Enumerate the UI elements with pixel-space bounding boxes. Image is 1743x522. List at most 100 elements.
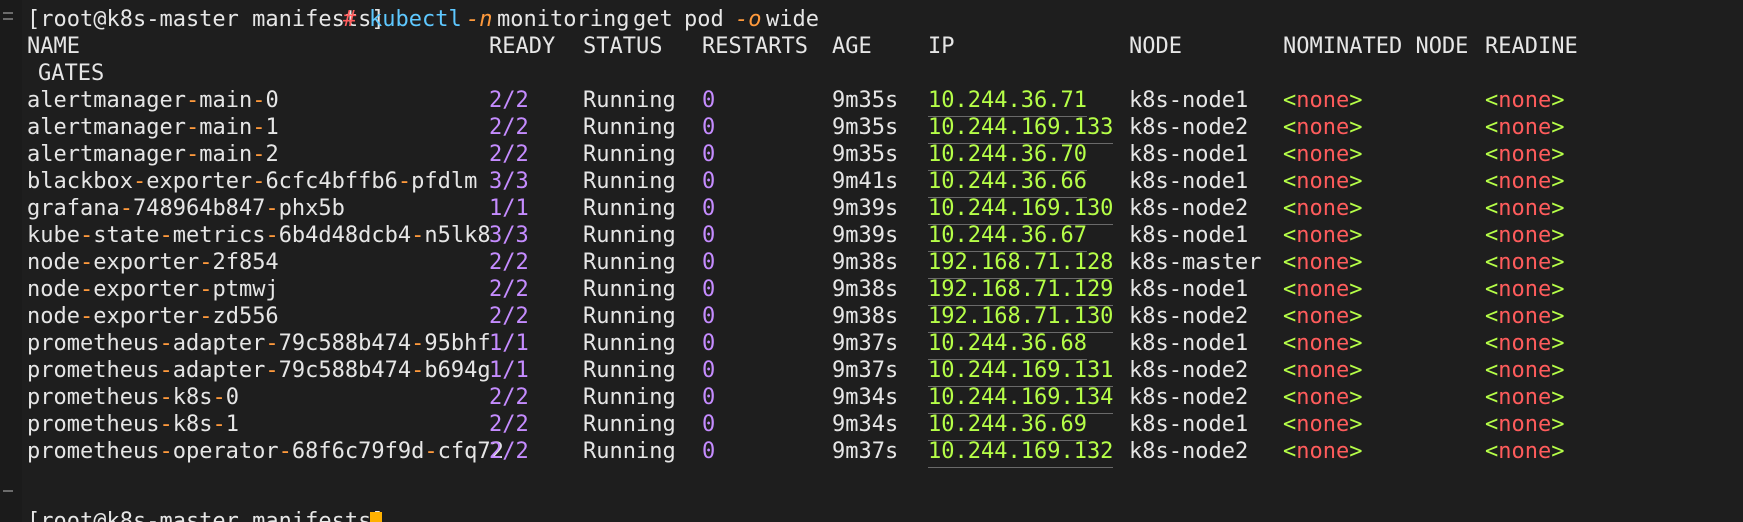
pod-ready: 2/2 — [489, 383, 529, 413]
pod-name-part: node — [27, 304, 80, 329]
ready-separator: / — [502, 115, 516, 140]
name-separator: - — [159, 331, 173, 356]
pod-ready: 3/3 — [489, 167, 529, 197]
name-separator: - — [265, 223, 279, 248]
pod-nominated-node: <none> — [1283, 356, 1362, 386]
pod-name: blackbox-exporter-6cfc4bffb6-pfdlm — [27, 167, 477, 197]
name-separator: - — [79, 304, 94, 329]
none-bracket-open: < — [1283, 88, 1297, 113]
header-nominated-node: NOMINATED NODE — [1283, 34, 1469, 59]
pod-node: k8s-node1 — [1129, 169, 1249, 194]
name-separator: - — [212, 385, 226, 410]
name-separator: - — [132, 169, 147, 194]
none-bracket-close: > — [1551, 277, 1565, 302]
ready-separator: / — [502, 331, 516, 356]
header-readiness-gates: READINE — [1485, 34, 1578, 59]
name-separator: - — [159, 223, 173, 248]
pod-ready: 1/1 — [489, 356, 529, 386]
pod-age: 9m37s — [832, 358, 899, 383]
pod-name-part: pfdlm — [411, 169, 478, 194]
header-age: AGE — [832, 34, 872, 59]
pod-readiness-gates: <none> — [1485, 356, 1564, 386]
ready-current: 1 — [489, 358, 503, 383]
pod-node: k8s-node2 — [1129, 385, 1249, 410]
none-value: none — [1498, 412, 1552, 437]
pod-name-part: b694g — [424, 358, 491, 383]
ready-current: 3 — [489, 223, 503, 248]
ready-separator: / — [502, 385, 516, 410]
table-header: NAME READY STATUS RESTARTS AGE IP NODE N… — [0, 32, 1578, 62]
pod-name-part: 79c588b474 — [278, 358, 412, 383]
pod-name-part: 0 — [265, 88, 279, 113]
pod-name-part: k8s — [172, 412, 213, 437]
pod-name-part: 6b4d48dcb4 — [278, 223, 412, 248]
none-bracket-open: < — [1485, 223, 1499, 248]
none-bracket-open: < — [1283, 196, 1297, 221]
pod-status: Running — [583, 331, 676, 356]
none-value: none — [1498, 331, 1552, 356]
none-bracket-open: < — [1485, 277, 1499, 302]
pod-nominated-node: <none> — [1283, 167, 1362, 197]
none-bracket-open: < — [1283, 115, 1297, 140]
none-bracket-close: > — [1551, 196, 1565, 221]
ready-total: 2 — [515, 142, 529, 167]
name-separator: - — [119, 196, 133, 221]
none-bracket-close: > — [1551, 331, 1565, 356]
pod-name-part: exporter — [93, 250, 200, 275]
none-value: none — [1296, 358, 1350, 383]
ready-separator: / — [502, 439, 516, 464]
pod-name: prometheus-operator-68f6c79f9d-cfq72 — [27, 437, 504, 467]
pod-name: prometheus-adapter-79c588b474-b694g — [27, 356, 491, 386]
ready-current: 1 — [489, 331, 503, 356]
pod-age: 9m39s — [832, 223, 899, 248]
none-bracket-open: < — [1485, 250, 1499, 275]
none-bracket-close: > — [1349, 250, 1363, 275]
ready-current: 2 — [489, 304, 503, 329]
ready-current: 3 — [489, 169, 503, 194]
name-separator: - — [79, 223, 94, 248]
pod-restarts: 0 — [702, 223, 716, 248]
header-name: NAME — [27, 34, 80, 59]
none-value: none — [1498, 439, 1552, 464]
none-value: none — [1498, 223, 1552, 248]
pod-restarts: 0 — [702, 385, 716, 410]
pod-age: 9m41s — [832, 169, 899, 194]
ready-current: 1 — [489, 196, 503, 221]
pod-name-part: exporter — [146, 169, 253, 194]
pod-name-part: 748964b847 — [132, 196, 266, 221]
pod-name-part: phx5b — [278, 196, 345, 221]
name-separator: - — [212, 412, 226, 437]
command-line: [root@k8s-master manifests] # kubectl -n… — [0, 5, 819, 35]
pod-name-part: prometheus — [27, 385, 160, 410]
flag-output: -o — [735, 7, 762, 32]
none-bracket-close: > — [1551, 169, 1565, 194]
ready-total: 2 — [515, 277, 529, 302]
pod-name-part: alertmanager — [27, 88, 186, 113]
ready-total: 2 — [515, 88, 529, 113]
ready-current: 2 — [489, 88, 503, 113]
ready-current: 2 — [489, 277, 503, 302]
pod-name-part: main — [199, 88, 253, 113]
none-bracket-close: > — [1349, 115, 1363, 140]
prompt-symbol: # — [343, 7, 357, 32]
pod-name-part: prometheus — [27, 412, 160, 437]
pod-ready: 2/2 — [489, 410, 529, 440]
terminal-window[interactable]: [root@k8s-master manifests] # kubectl -n… — [0, 0, 1743, 522]
pod-status: Running — [583, 142, 676, 167]
pod-name-part: 95bhf — [424, 331, 491, 356]
pod-age: 9m37s — [832, 331, 899, 356]
none-bracket-open: < — [1485, 412, 1499, 437]
none-value: none — [1498, 142, 1552, 167]
none-value: none — [1498, 88, 1552, 113]
pod-age: 9m34s — [832, 385, 899, 410]
pod-age: 9m38s — [832, 304, 899, 329]
pod-ready: 1/1 — [489, 194, 529, 224]
none-bracket-open: < — [1485, 142, 1499, 167]
pod-name-part: 2 — [265, 142, 279, 167]
pod-restarts: 0 — [702, 277, 716, 302]
pod-readiness-gates: <none> — [1485, 86, 1564, 116]
header-ip: IP — [928, 34, 955, 59]
name-separator: - — [397, 169, 412, 194]
name-separator: - — [159, 385, 173, 410]
none-bracket-open: < — [1485, 331, 1499, 356]
